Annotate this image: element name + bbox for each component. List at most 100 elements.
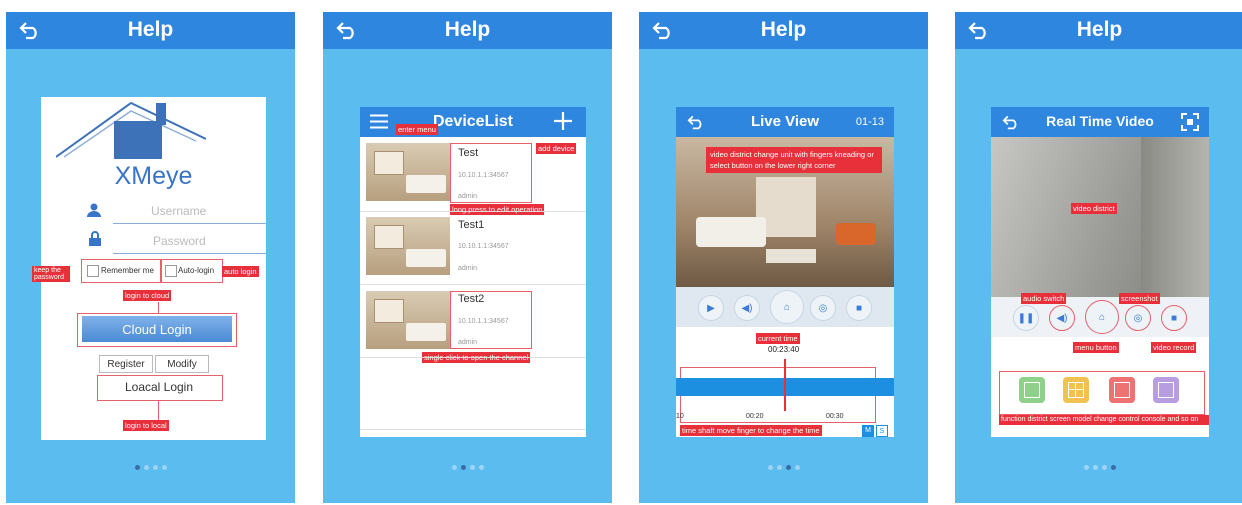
realtime-video-area[interactable] bbox=[991, 137, 1209, 297]
device-name: Test2 bbox=[458, 293, 485, 305]
annotation-login-cloud: login to cloud bbox=[123, 290, 172, 301]
user-icon bbox=[87, 203, 101, 217]
brand-name: XMeye bbox=[114, 162, 193, 190]
auto-login-checkbox[interactable] bbox=[165, 265, 177, 277]
connector bbox=[158, 400, 159, 420]
divider bbox=[360, 211, 586, 212]
tick-label: 00:20 bbox=[746, 413, 764, 420]
house-logo-icon bbox=[56, 101, 206, 159]
volume-icon[interactable]: ◀) bbox=[1049, 305, 1075, 331]
remember-label: Remember me bbox=[101, 266, 154, 275]
video-icon[interactable]: ■ bbox=[846, 295, 872, 321]
cloud-login-button[interactable]: Cloud Login bbox=[82, 316, 232, 342]
page-indicator bbox=[6, 457, 295, 475]
video-icon[interactable]: ■ bbox=[1161, 305, 1187, 331]
annotation-current-time: current time bbox=[756, 333, 800, 344]
realtime-screen: Real Time Video video district ❚❚ ◀) ⌂ ◎… bbox=[991, 107, 1209, 437]
annotation-menu-button: menu button bbox=[1073, 342, 1119, 353]
annotation-login-local: login to local bbox=[123, 420, 169, 431]
sofa bbox=[696, 217, 766, 247]
divider bbox=[360, 284, 586, 285]
annotation-screenshot: screenshot bbox=[1119, 293, 1160, 304]
divider bbox=[360, 357, 586, 358]
realtime-titlebar: Real Time Video bbox=[991, 107, 1209, 137]
home-icon[interactable]: ⌂ bbox=[1085, 300, 1119, 334]
second-button[interactable]: S bbox=[876, 425, 888, 437]
page-indicator bbox=[639, 457, 928, 475]
lock-icon bbox=[89, 231, 101, 246]
liveview-screen: Live View 01-13 video district change un… bbox=[676, 107, 894, 437]
username-placeholder: Username bbox=[151, 204, 207, 218]
add-icon[interactable] bbox=[554, 112, 572, 130]
device-user: admin bbox=[458, 193, 478, 200]
armchair bbox=[836, 223, 876, 245]
annotation-video-district: video district bbox=[1071, 203, 1117, 214]
annotation-time-shaft: time shaft move finger to change the tim… bbox=[680, 425, 822, 436]
annotation-audio-switch: audio switch bbox=[1021, 293, 1067, 304]
annotation-video-record: video record bbox=[1151, 342, 1197, 353]
device-name: Test1 bbox=[458, 219, 485, 231]
home-icon[interactable]: ⌂ bbox=[770, 290, 804, 324]
devicelist-titlebar: DeviceList bbox=[360, 107, 586, 137]
device-ip: 10.10.1.1:34567 bbox=[458, 172, 509, 179]
header-title: Help bbox=[760, 18, 807, 41]
annotation-keep-password: keep the password bbox=[32, 266, 70, 282]
help-panel-liveview: Help Live View 01-13 video district chan… bbox=[639, 12, 928, 503]
liveview-date: 01-13 bbox=[855, 116, 884, 128]
device-user: admin bbox=[458, 265, 478, 272]
volume-icon[interactable]: ◀) bbox=[734, 295, 760, 321]
sixteen-screen-icon[interactable] bbox=[1153, 377, 1179, 403]
devicelist-title: DeviceList bbox=[432, 113, 514, 130]
divider bbox=[360, 429, 586, 430]
auto-login-label: Auto-login bbox=[178, 266, 215, 275]
single-screen-icon[interactable] bbox=[1019, 377, 1045, 403]
modify-button[interactable]: Modify bbox=[155, 355, 209, 373]
device-name: Test bbox=[458, 147, 479, 159]
nine-screen-icon[interactable] bbox=[1109, 377, 1135, 403]
connector bbox=[158, 302, 159, 313]
annotation-long-press: long press to edit operation bbox=[450, 204, 545, 215]
annotation-video-district: video district change unit with fingers … bbox=[706, 147, 882, 173]
four-screen-icon[interactable] bbox=[1063, 377, 1089, 403]
device-user: admin bbox=[458, 339, 478, 346]
tick-label: 10 bbox=[676, 413, 684, 420]
pause-icon[interactable]: ❚❚ bbox=[1013, 305, 1039, 331]
help-header: Help bbox=[6, 12, 295, 49]
control-bar: ▶ ◀) ⌂ ◎ ■ bbox=[676, 287, 894, 327]
play-icon[interactable]: ▶ bbox=[698, 295, 724, 321]
annotation-function-district: function district screen model change co… bbox=[999, 415, 1209, 425]
header-title: Help bbox=[1076, 18, 1123, 41]
local-login-button[interactable]: Loacal Login bbox=[103, 378, 215, 396]
annotation-auto-login: auto login bbox=[222, 266, 259, 277]
time-cursor[interactable] bbox=[784, 359, 786, 411]
liveview-titlebar: Live View 01-13 bbox=[676, 107, 894, 137]
help-panel-devicelist: Help DeviceList enter menu add device Te… bbox=[323, 12, 612, 503]
device-ip: 10.10.1.1:34567 bbox=[458, 318, 509, 325]
device-thumbnail[interactable] bbox=[366, 143, 450, 201]
devicelist-screen: DeviceList enter menu add device Test 10… bbox=[360, 107, 586, 437]
annotation-add-device: add device bbox=[536, 143, 577, 154]
password-placeholder: Password bbox=[153, 234, 206, 248]
header-title: Help bbox=[444, 18, 491, 41]
minute-button[interactable]: M bbox=[862, 425, 874, 437]
header-title: Help bbox=[127, 18, 174, 41]
device-thumbnail[interactable] bbox=[366, 217, 450, 275]
device-thumbnail[interactable] bbox=[366, 291, 450, 349]
help-panel-login: Help XMeye Username Password Remember me… bbox=[6, 12, 295, 503]
fullscreen-icon[interactable] bbox=[1181, 113, 1199, 131]
tick-label: 00:30 bbox=[826, 413, 844, 420]
camera-icon[interactable]: ◎ bbox=[810, 295, 836, 321]
remember-checkbox[interactable] bbox=[87, 265, 99, 277]
help-header: Help bbox=[323, 12, 612, 49]
help-header: Help bbox=[955, 12, 1242, 49]
camera-icon[interactable]: ◎ bbox=[1125, 305, 1151, 331]
help-panel-realtime: Help Real Time Video video district ❚❚ ◀… bbox=[955, 12, 1242, 503]
pillar bbox=[1141, 137, 1209, 297]
annotation-enter-menu: enter menu bbox=[396, 124, 438, 135]
current-time: 00:23:40 bbox=[768, 345, 800, 354]
register-button[interactable]: Register bbox=[99, 355, 153, 373]
realtime-title: Real Time Video bbox=[1046, 113, 1154, 129]
page-indicator bbox=[955, 457, 1242, 475]
page-indicator bbox=[323, 457, 612, 475]
device-ip: 10.10.1.1:34567 bbox=[458, 243, 509, 250]
